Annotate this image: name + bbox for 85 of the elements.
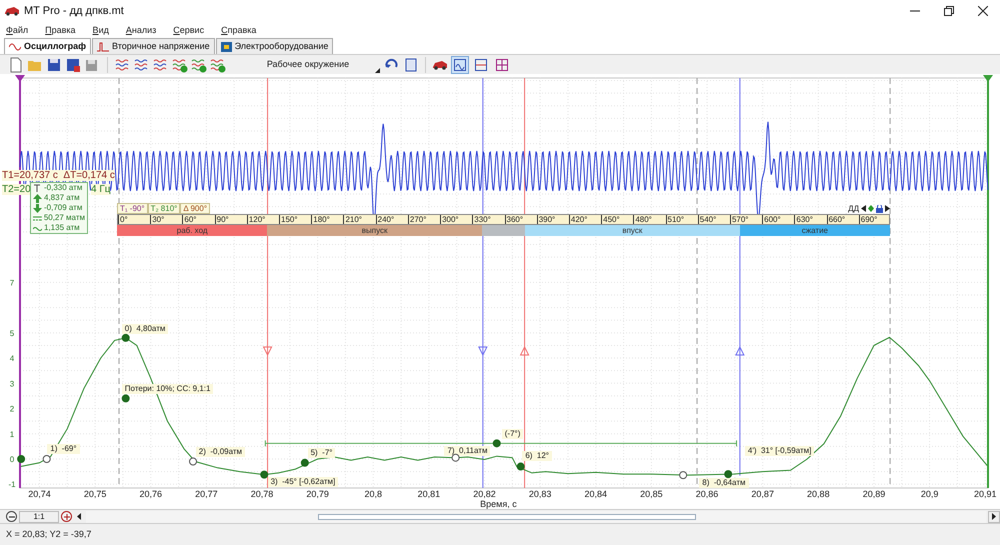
- marker-label: 6) 12°: [522, 450, 552, 461]
- degree-label: 210°: [343, 215, 362, 224]
- tab[interactable]: Электрооборудование: [216, 38, 334, 54]
- angle-tag: Δ 900°: [180, 203, 210, 214]
- readout-value: 50,27 матм: [44, 213, 85, 223]
- degree-label: 630°: [794, 215, 813, 224]
- degree-label: 480°: [633, 215, 652, 224]
- frequency-text: 4 Гц: [91, 184, 110, 195]
- cursor-time-text: T2=20: [2, 184, 31, 195]
- menu-item[interactable]: Сервис: [173, 24, 204, 36]
- degree-label: 60°: [182, 215, 197, 224]
- x-axis-label: 20,89: [862, 489, 886, 499]
- readout-value: 1,135 атм: [44, 223, 80, 233]
- degree-label: 30°: [150, 215, 164, 224]
- y-axis-label: -1: [8, 480, 16, 490]
- y-axis-label: 0: [10, 454, 14, 464]
- menu-item[interactable]: Справка: [221, 24, 256, 36]
- tab[interactable]: Осциллограф: [4, 38, 92, 54]
- degree-label: 570°: [730, 215, 748, 224]
- y-axis-label: 2: [10, 404, 14, 414]
- x-axis-label: 20,8: [364, 489, 382, 499]
- degree-label: 120°: [246, 215, 266, 224]
- y-axis-label: 4: [10, 354, 14, 364]
- marker-label: (-7°): [502, 429, 524, 440]
- degree-label: 330°: [472, 215, 491, 224]
- cursor-time-text: T1=20,737 с ΔT=0,174 с: [2, 170, 115, 181]
- degree-label: 420°: [568, 215, 588, 224]
- y-axis-label: 1: [10, 430, 14, 439]
- status-text: X = 20,83; Y2 = -39,7: [6, 528, 92, 541]
- degree-label: 300°: [440, 215, 459, 224]
- window-title: MT Pro - дд дпкв.mt: [24, 4, 124, 19]
- x-axis-label: 20,77: [195, 489, 218, 499]
- x-axis-label: 20,82: [473, 489, 496, 499]
- degree-label: 660°: [826, 215, 846, 224]
- degree-label: 180°: [311, 215, 330, 224]
- x-axis-label: 20,9: [920, 489, 938, 499]
- x-axis-label: 20,79: [306, 489, 329, 499]
- degree-label: 150°: [279, 215, 298, 224]
- stroke-phase: сжатие: [740, 225, 890, 236]
- mode-label[interactable]: ДД: [848, 204, 859, 213]
- degree-label: 390°: [536, 215, 556, 224]
- x-axis-label: 20,86: [696, 489, 718, 499]
- degree-label: 600°: [762, 215, 781, 224]
- menu-item[interactable]: Анализ: [126, 24, 156, 36]
- x-axis-label: 20,76: [139, 489, 162, 499]
- readout-value: -0,709 атм: [44, 203, 82, 213]
- degree-label: 240°: [376, 215, 394, 224]
- degree-label: 450°: [601, 215, 620, 224]
- menu-item[interactable]: Файл: [6, 24, 28, 36]
- marker-label: 4') 31° [-0,59атм]: [744, 446, 814, 456]
- marker-label: 8) -0,64атм: [699, 478, 748, 488]
- readout-value: -0,330 атм: [44, 183, 82, 193]
- x-axis-label: 20,88: [807, 489, 830, 499]
- x-axis-label: 20,85: [640, 489, 663, 499]
- degree-label: 270°: [408, 215, 426, 224]
- angle-tag: T₁ -90°: [117, 203, 148, 214]
- degree-label: 90°: [214, 215, 229, 224]
- angle-tag: T₂ 810°: [148, 203, 180, 214]
- y-axis-label: 7: [10, 278, 14, 288]
- marker-label: 1) -69°: [47, 444, 80, 454]
- x-axis-label: 20,83: [528, 489, 552, 499]
- degree-label: 360°: [504, 215, 524, 224]
- environment-dropdown[interactable]: Рабочее окружение: [235, 56, 381, 74]
- x-axis-label: 20,75: [84, 489, 106, 499]
- x-axis-label: 20,78: [250, 489, 274, 499]
- menu-item[interactable]: Правка: [45, 24, 76, 36]
- stroke-phase: выпуск: [267, 225, 482, 236]
- menu-item[interactable]: Вид: [92, 24, 109, 36]
- degree-label: 0°: [118, 215, 128, 224]
- x-axis-label: 20,74: [28, 489, 51, 499]
- degree-label: 690°: [858, 215, 878, 224]
- zoom-ratio-button[interactable]: 1:1: [19, 510, 59, 522]
- x-axis-label: 20,81: [418, 489, 440, 499]
- x-axis-label: 20,84: [584, 489, 608, 499]
- degree-label: 510°: [666, 215, 684, 224]
- y-axis-label: 3: [10, 379, 14, 388]
- stroke-phase: впуск: [524, 225, 740, 236]
- degree-label: 540°: [698, 215, 716, 224]
- stroke-phase: раб. ход: [117, 225, 268, 236]
- tab[interactable]: Вторичное напряжение: [92, 38, 215, 54]
- x-axis-title: Время, с: [480, 499, 517, 509]
- x-axis-label: 20,91: [974, 489, 996, 499]
- y-axis-label: 5: [10, 328, 14, 338]
- x-axis-label: 20,87: [751, 489, 774, 499]
- readout-value: 4,837 атм: [44, 193, 80, 203]
